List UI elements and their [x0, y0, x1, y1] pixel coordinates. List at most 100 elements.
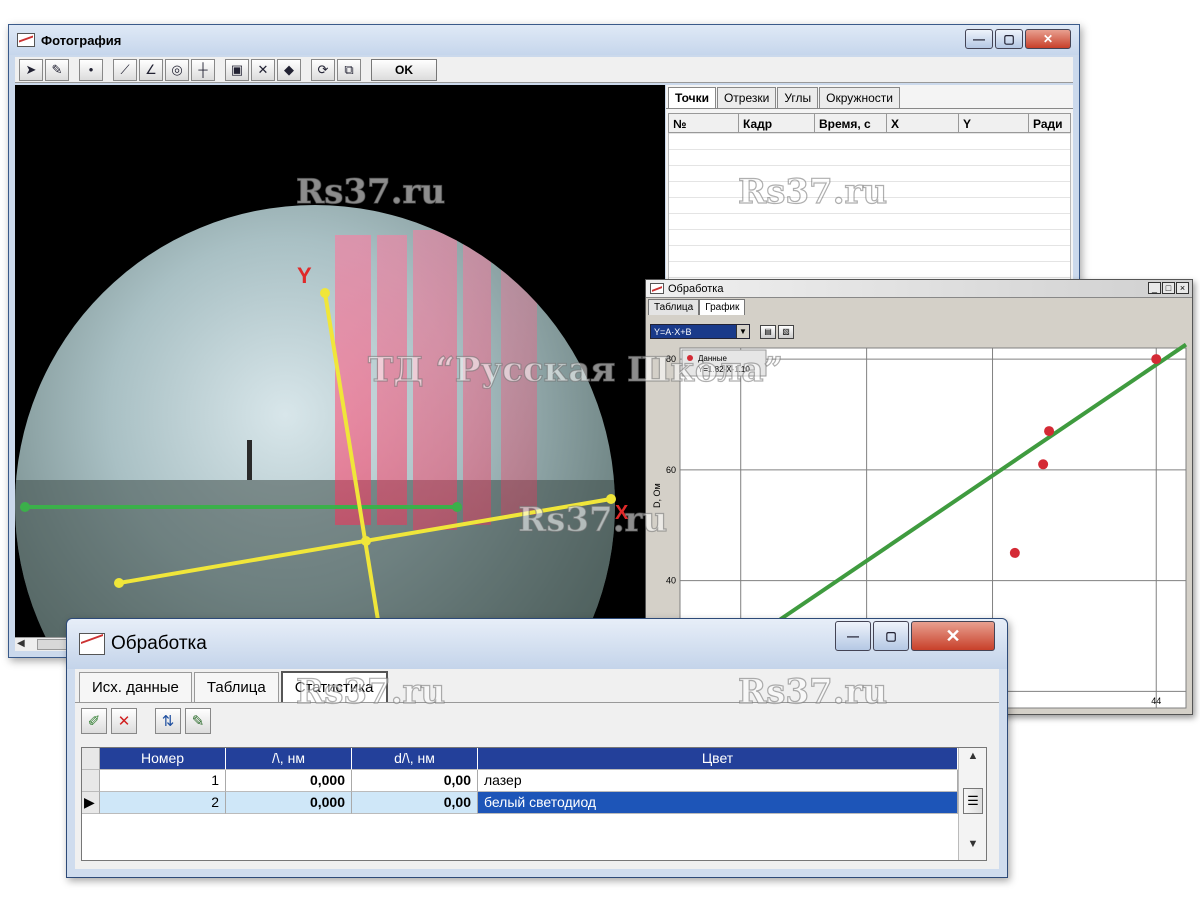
formula-select[interactable]: Y=A·X+B ▼ [650, 324, 750, 339]
tab-points[interactable]: Точки [668, 87, 716, 108]
minimize-button[interactable]: — [835, 621, 871, 651]
arrow-pointer-icon[interactable]: ➤ [19, 58, 43, 81]
stats-window-title: Обработка [111, 633, 207, 654]
legend-marker [687, 355, 693, 361]
graph-window-title: Обработка [668, 282, 724, 295]
stats-toolbar: ✐ ✕ ⇅ ✎ [75, 703, 999, 739]
col-y[interactable]: Y [959, 114, 1029, 132]
cell-lambda[interactable]: 0,000 [226, 792, 352, 814]
data-point[interactable] [1044, 426, 1055, 437]
segment-icon[interactable]: ⟋ [113, 58, 137, 81]
minimize-button[interactable]: — [965, 29, 993, 49]
cell-number[interactable]: 1 [100, 770, 226, 792]
y-tick-label: 40 [666, 576, 676, 586]
scroll-down-icon[interactable]: ▼ [959, 838, 987, 858]
photo-canvas[interactable]: Y X ◀ [15, 85, 665, 651]
brush-icon[interactable]: ✐ [81, 708, 107, 734]
app-icon [650, 283, 664, 294]
tab-circles[interactable]: Окружности [819, 87, 900, 108]
points-table-header: № Кадр Время, с X Y Ради [668, 113, 1071, 133]
scroll-thumb[interactable]: ☰ [963, 788, 983, 814]
row-pointer-icon: ▶ [82, 792, 100, 814]
points-tabs: Точки Отрезки Углы Окружности [666, 85, 1073, 109]
axes-icon[interactable]: ┼ [191, 58, 215, 81]
photo-toolbar: ➤ ✎ • ⟋ ∠ ◎ ┼ ▣ ✕ ◆ ⟳ ⧉ OK [15, 57, 1073, 83]
data-point[interactable] [1038, 459, 1049, 470]
photo-titlebar[interactable]: Фотография — ▢ ✕ [9, 25, 1079, 55]
col-time[interactable]: Время, с [815, 114, 887, 132]
minimize-button[interactable]: _ [1148, 282, 1161, 294]
copy-icon[interactable]: ⧉ [337, 58, 361, 81]
delete-icon[interactable]: ✕ [111, 708, 137, 734]
tab-graph[interactable]: График [699, 299, 746, 315]
points-table-body[interactable] [668, 133, 1071, 293]
graph-toolbar: Y=A·X+B ▼ ▤ ▧ [650, 324, 794, 339]
rotate-icon[interactable]: ⟳ [311, 58, 335, 81]
data-point[interactable] [1151, 354, 1162, 365]
point-icon[interactable]: • [79, 58, 103, 81]
tab-table[interactable]: Таблица [648, 299, 700, 315]
chart-settings-icon[interactable]: ▤ [760, 324, 776, 339]
cell-dlambda[interactable]: 0,00 [352, 770, 478, 792]
pen-icon[interactable]: ✎ [45, 58, 69, 81]
maximize-button[interactable]: ▢ [995, 29, 1023, 49]
vertical-scrollbar[interactable]: ▲ ☰ ▼ [958, 748, 986, 860]
stats-window: Обработка — ▢ ✕ Исх. данные Таблица Стат… [66, 618, 1008, 878]
x-axis-label: X [615, 502, 629, 524]
graph-tabs: Таблица График [648, 299, 746, 315]
import-icon[interactable]: ⇅ [155, 708, 181, 734]
stats-table: Номер /\, нм d/\, нм Цвет 1 0,000 0,00 л… [81, 747, 987, 861]
image-icon[interactable]: ▣ [225, 58, 249, 81]
y-axis-label: D, Ом [652, 483, 662, 508]
cell-color[interactable]: лазер [478, 770, 958, 792]
col-frame[interactable]: Кадр [739, 114, 815, 132]
close-button[interactable]: ✕ [1025, 29, 1071, 49]
legend-fit-formula: Y=1.82·X-1.10 [698, 365, 750, 374]
color-icon[interactable]: ◆ [277, 58, 301, 81]
col-dlambda[interactable]: d/\, нм [352, 748, 478, 770]
x-tick-label: 44 [1151, 696, 1161, 706]
col-radius[interactable]: Ради [1029, 114, 1069, 132]
y-axis-label: Y [297, 263, 312, 288]
app-icon [17, 33, 35, 47]
col-x[interactable]: X [887, 114, 959, 132]
ok-button[interactable]: OK [371, 58, 437, 81]
cell-color[interactable]: белый светодиод [478, 792, 958, 814]
spectrum-photo: Y X [15, 85, 665, 651]
cell-lambda[interactable]: 0,000 [226, 770, 352, 792]
col-number[interactable]: Номер [100, 748, 226, 770]
col-color[interactable]: Цвет [478, 748, 958, 770]
graph-titlebar[interactable]: Обработка _ □ × [646, 280, 1192, 298]
photo-window-title: Фотография [41, 32, 122, 48]
cell-dlambda[interactable]: 0,00 [352, 792, 478, 814]
close-button[interactable]: ✕ [911, 621, 995, 651]
scroll-left-icon[interactable]: ◀ [17, 638, 25, 649]
angle-icon[interactable]: ∠ [139, 58, 163, 81]
stats-content: Исх. данные Таблица Статистика ✐ ✕ ⇅ ✎ Н… [75, 669, 999, 869]
tab-source-data[interactable]: Исх. данные [79, 672, 192, 702]
stats-titlebar[interactable]: Обработка — ▢ ✕ [67, 619, 1007, 669]
tab-statistics[interactable]: Статистика [280, 671, 388, 702]
col-number[interactable]: № [669, 114, 739, 132]
col-lambda[interactable]: /\, нм [226, 748, 352, 770]
maximize-button[interactable]: ▢ [873, 621, 909, 651]
tab-angles[interactable]: Углы [777, 87, 819, 108]
chevron-down-icon[interactable]: ▼ [736, 325, 749, 338]
close-button[interactable]: × [1176, 282, 1189, 294]
cell-number[interactable]: 2 [100, 792, 226, 814]
formula-select-value: Y=A·X+B [654, 326, 692, 337]
circle-icon[interactable]: ◎ [165, 58, 189, 81]
delete-icon[interactable]: ✕ [251, 58, 275, 81]
maximize-button[interactable]: □ [1162, 282, 1175, 294]
data-point[interactable] [1009, 547, 1020, 558]
table-row[interactable]: 1 0,000 0,00 лазер [82, 770, 986, 792]
scroll-thumb[interactable] [37, 639, 67, 650]
table-row-selected[interactable]: ▶ 2 0,000 0,00 белый светодиод [82, 792, 986, 814]
stats-tabs: Исх. данные Таблица Статистика [75, 669, 999, 703]
tab-table[interactable]: Таблица [193, 672, 279, 702]
chart-export-icon[interactable]: ▧ [778, 324, 794, 339]
edit-icon[interactable]: ✎ [185, 708, 211, 734]
scroll-up-icon[interactable]: ▲ [959, 750, 987, 770]
y-tick-label: 80 [666, 354, 676, 364]
tab-segments[interactable]: Отрезки [716, 87, 777, 108]
